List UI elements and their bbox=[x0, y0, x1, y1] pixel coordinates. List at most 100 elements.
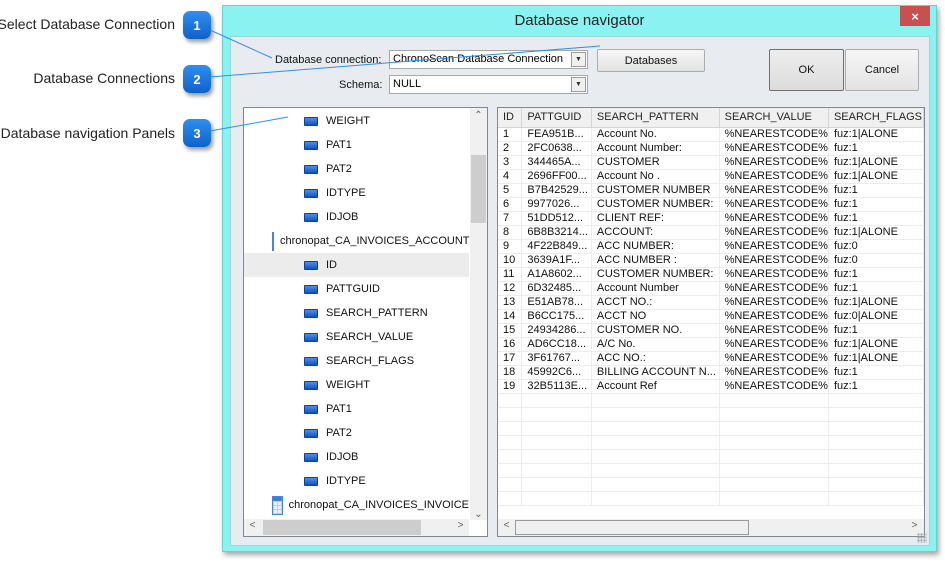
table-cell[interactable]: 16 bbox=[498, 337, 523, 352]
table-cell[interactable]: fuz:0 bbox=[828, 239, 924, 254]
table-cell[interactable]: CUSTOMER bbox=[591, 155, 720, 170]
table-cell[interactable]: 7 bbox=[498, 211, 523, 226]
table-row[interactable]: 18 45992C6... BILLING ACCOUNT N... %NEAREST… bbox=[498, 365, 924, 380]
table-cell[interactable]: %NEARESTCODE% bbox=[719, 253, 829, 268]
table-cell[interactable]: %NEARESTCODE% bbox=[719, 351, 829, 366]
table-cell[interactable]: E51AB78... bbox=[521, 295, 592, 310]
tree-column-node[interactable]: IDJOB bbox=[244, 445, 469, 469]
table-cell[interactable]: 2696FF00... bbox=[521, 169, 592, 184]
tree-column-node[interactable]: PATTGUID bbox=[244, 277, 469, 301]
table-cell[interactable]: %NEARESTCODE% bbox=[719, 127, 829, 142]
table-cell[interactable]: Account Ref bbox=[591, 379, 720, 394]
table-cell[interactable]: 6D32485... bbox=[521, 281, 592, 296]
data-grid-panel[interactable]: ID PATTGUID SEARCH_PATTERN SEARCH_VALUE SEAR… bbox=[497, 107, 925, 537]
scroll-up-icon[interactable]: ⌃ bbox=[470, 110, 487, 121]
table-cell[interactable]: 6 bbox=[498, 197, 523, 212]
table-cell[interactable]: CUSTOMER NO. bbox=[591, 323, 720, 338]
table-row[interactable]: 16 AD6CC18... A/C No. %NEARESTCODE% fuz:1|AL… bbox=[498, 337, 924, 352]
table-cell[interactable]: fuz:0|ALONE bbox=[828, 309, 924, 324]
table-cell[interactable]: %NEARESTCODE% bbox=[719, 281, 829, 296]
chevron-down-icon[interactable]: ▼ bbox=[571, 77, 586, 92]
scroll-right-icon[interactable]: > bbox=[906, 520, 923, 531]
table-row[interactable]: 15 24934286... CUSTOMER NO. %NEARESTCODE% fu… bbox=[498, 323, 924, 338]
scroll-right-icon[interactable]: > bbox=[452, 520, 469, 531]
table-cell[interactable]: fuz:1 bbox=[828, 197, 924, 212]
table-cell[interactable]: fuz:1|ALONE bbox=[828, 295, 924, 310]
table-cell[interactable]: 3F61767... bbox=[521, 351, 592, 366]
table-cell[interactable]: 13 bbox=[498, 295, 523, 310]
table-cell[interactable]: fuz:1|ALONE bbox=[828, 351, 924, 366]
table-cell[interactable]: Account Number: bbox=[591, 141, 720, 156]
table-cell[interactable]: fuz:1 bbox=[828, 183, 924, 198]
table-cell[interactable]: %NEARESTCODE% bbox=[719, 323, 829, 338]
table-cell[interactable]: 17 bbox=[498, 351, 523, 366]
cancel-button[interactable]: Cancel bbox=[845, 49, 919, 91]
table-cell[interactable]: ACC NUMBER : bbox=[591, 253, 720, 268]
grid-horizontal-scrollbar[interactable]: < > bbox=[498, 519, 924, 536]
table-cell[interactable]: ACCOUNT: bbox=[591, 225, 720, 240]
databases-button[interactable]: Databases bbox=[597, 49, 705, 72]
table-cell[interactable]: 6B8B3214... bbox=[521, 225, 592, 240]
table-cell[interactable]: fuz:1|ALONE bbox=[828, 169, 924, 184]
tree-table-node[interactable]: chronopat_CA_INVOICES_ACCOUNT bbox=[244, 229, 470, 253]
table-row[interactable]: 4 2696FF00... Account No . %NEARESTCODE% fuz… bbox=[498, 169, 924, 184]
scroll-left-icon[interactable]: < bbox=[498, 520, 515, 531]
table-cell[interactable]: %NEARESTCODE% bbox=[719, 169, 829, 184]
column-header[interactable]: SEARCH_VALUE bbox=[719, 108, 829, 128]
table-cell[interactable]: 9 bbox=[498, 239, 523, 254]
tree-column-node[interactable]: ID bbox=[244, 253, 469, 277]
table-cell[interactable]: 19 bbox=[498, 379, 523, 394]
table-cell[interactable]: 15 bbox=[498, 323, 523, 338]
table-cell[interactable]: %NEARESTCODE% bbox=[719, 309, 829, 324]
table-cell[interactable]: %NEARESTCODE% bbox=[719, 141, 829, 156]
table-row[interactable]: 6 9977026... CUSTOMER NUMBER: %NEARESTCODE%… bbox=[498, 197, 924, 212]
table-cell[interactable]: ACCT NO bbox=[591, 309, 720, 324]
table-cell[interactable]: B6CC175... bbox=[521, 309, 592, 324]
table-cell[interactable]: fuz:1 bbox=[828, 281, 924, 296]
tree-column-node[interactable]: WEIGHT bbox=[244, 373, 469, 397]
table-cell[interactable]: 32B5113E... bbox=[521, 379, 592, 394]
database-tree-panel[interactable]: WEIGHT PAT1 PAT2 IDTYPE IDJOB chronopat_CA_IN… bbox=[243, 107, 488, 537]
table-row[interactable]: 3 344465A... CUSTOMER %NEARESTCODE% fuz:1|AL… bbox=[498, 155, 924, 170]
table-cell[interactable]: 3639A1F... bbox=[521, 253, 592, 268]
table-cell[interactable]: %NEARESTCODE% bbox=[719, 197, 829, 212]
table-cell[interactable]: ACC NUMBER: bbox=[591, 239, 720, 254]
table-cell[interactable]: %NEARESTCODE% bbox=[719, 337, 829, 352]
tree-column-node[interactable]: PAT1 bbox=[244, 133, 469, 157]
table-row[interactable]: 12 6D32485... Account Number %NEARESTCODE% f… bbox=[498, 281, 924, 296]
table-cell[interactable]: Account No. bbox=[591, 127, 720, 142]
tree-column-node[interactable]: WEIGHT bbox=[244, 109, 469, 133]
table-row[interactable]: 8 6B8B3214... ACCOUNT: %NEARESTCODE% fuz:1|A… bbox=[498, 225, 924, 240]
tree-column-node[interactable]: IDJOB bbox=[244, 205, 469, 229]
table-row[interactable]: 19 32B5113E... Account Ref %NEARESTCODE% fuz… bbox=[498, 379, 924, 394]
table-cell[interactable]: CLIENT REF: bbox=[591, 211, 720, 226]
table-cell[interactable]: CUSTOMER NUMBER: bbox=[591, 267, 720, 282]
table-cell[interactable]: 14 bbox=[498, 309, 523, 324]
scroll-left-icon[interactable]: < bbox=[244, 520, 261, 531]
table-cell[interactable]: Account Number bbox=[591, 281, 720, 296]
table-cell[interactable]: 51DD512... bbox=[521, 211, 592, 226]
table-row[interactable]: 1 FEA951B... Account No. %NEARESTCODE% fuz:1… bbox=[498, 127, 924, 142]
column-header[interactable]: PATTGUID bbox=[521, 108, 592, 128]
tree-column-node[interactable]: SEARCH_VALUE bbox=[244, 325, 469, 349]
tree-column-node[interactable]: SEARCH_PATTERN bbox=[244, 301, 469, 325]
tree-column-node[interactable]: SEARCH_FLAGS bbox=[244, 349, 469, 373]
table-cell[interactable]: A1A8602... bbox=[521, 267, 592, 282]
table-cell[interactable]: %NEARESTCODE% bbox=[719, 225, 829, 240]
table-cell[interactable]: AD6CC18... bbox=[521, 337, 592, 352]
table-cell[interactable]: %NEARESTCODE% bbox=[719, 183, 829, 198]
table-cell[interactable]: fuz:1 bbox=[828, 365, 924, 380]
table-cell[interactable]: 3 bbox=[498, 155, 523, 170]
table-cell[interactable]: fuz:1 bbox=[828, 211, 924, 226]
table-cell[interactable]: %NEARESTCODE% bbox=[719, 365, 829, 380]
column-header[interactable]: ID bbox=[498, 108, 523, 128]
table-cell[interactable]: BILLING ACCOUNT N... bbox=[591, 365, 720, 380]
tree-column-node[interactable]: IDTYPE bbox=[244, 181, 469, 205]
table-cell[interactable]: FEA951B... bbox=[521, 127, 592, 142]
table-cell[interactable]: 2 bbox=[498, 141, 523, 156]
table-cell[interactable]: 1 bbox=[498, 127, 523, 142]
tree-vscroll-thumb[interactable] bbox=[471, 155, 486, 223]
table-row[interactable]: 5 B7B42529... CUSTOMER NUMBER %NEARESTCODE%… bbox=[498, 183, 924, 198]
table-cell[interactable]: ACC NO.: bbox=[591, 351, 720, 366]
table-cell[interactable]: fuz:1|ALONE bbox=[828, 127, 924, 142]
